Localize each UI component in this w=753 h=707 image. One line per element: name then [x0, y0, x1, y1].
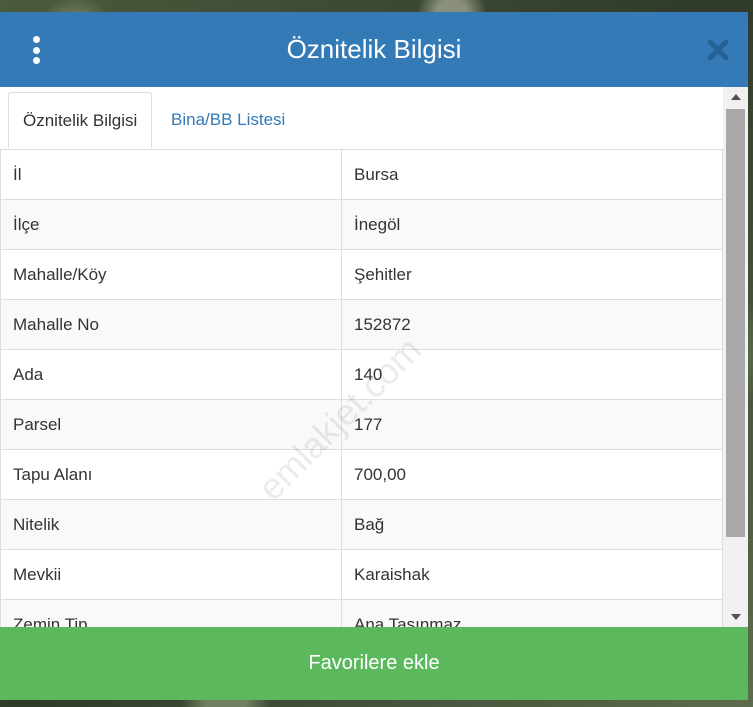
tab-attribute-info[interactable]: Öznitelik Bilgisi [8, 92, 153, 149]
attribute-table: İl Bursa İlçe İnegöl Mahalle/Köy Şehitler M… [0, 149, 723, 627]
tab-building-list[interactable]: Bina/BB Listesi [157, 92, 299, 148]
attribute-key: Nitelik [0, 499, 342, 550]
attribute-value: Bağ [341, 499, 723, 550]
table-row: Nitelik Bağ [0, 499, 723, 550]
attribute-key: İl [0, 149, 342, 200]
attribute-key: İlçe [0, 199, 342, 250]
attribute-table-container: İl Bursa İlçe İnegöl Mahalle/Köy Şehitler M… [0, 149, 723, 627]
attribute-key: Mahalle No [0, 299, 342, 350]
dialog-body: Öznitelik Bilgisi Bina/BB Listesi İl Burs… [0, 87, 748, 627]
attribute-key: Mahalle/Köy [0, 249, 342, 300]
table-row: Mahalle/Köy Şehitler [0, 249, 723, 300]
table-row: Mevkii Karaishak [0, 549, 723, 600]
attribute-info-dialog: Öznitelik Bilgisi Öznitelik Bilgisi Bina… [0, 12, 748, 700]
attribute-value: Ana Taşınmaz [341, 599, 723, 627]
table-row: Mahalle No 152872 [0, 299, 723, 350]
attribute-value: 177 [341, 399, 723, 450]
attribute-value: 152872 [341, 299, 723, 350]
attribute-value: Şehitler [341, 249, 723, 300]
attribute-key: Zemin Tip [0, 599, 342, 627]
triangle-down-icon[interactable] [723, 607, 748, 627]
table-row: Ada 140 [0, 349, 723, 400]
attribute-value: 700,00 [341, 449, 723, 500]
attribute-key: Ada [0, 349, 342, 400]
triangle-up-icon[interactable] [723, 87, 748, 107]
add-to-favorites-button[interactable]: Favorilere ekle [0, 627, 748, 700]
dialog-title: Öznitelik Bilgisi [286, 34, 462, 64]
table-row: İlçe İnegöl [0, 199, 723, 250]
attribute-key: Tapu Alanı [0, 449, 342, 500]
attribute-value: 140 [341, 349, 723, 400]
table-row: İl Bursa [0, 149, 723, 200]
attribute-value: Karaishak [341, 549, 723, 600]
close-icon[interactable] [704, 36, 732, 64]
scrollbar-thumb[interactable] [726, 109, 745, 537]
attribute-key: Parsel [0, 399, 342, 450]
attribute-value: Bursa [341, 149, 723, 200]
scrollbar[interactable] [723, 87, 748, 627]
tab-bar: Öznitelik Bilgisi Bina/BB Listesi [0, 87, 722, 150]
attribute-value: İnegöl [341, 199, 723, 250]
dialog-header: Öznitelik Bilgisi [0, 12, 748, 87]
attribute-key: Mevkii [0, 549, 342, 600]
table-row: Tapu Alanı 700,00 [0, 449, 723, 500]
table-row: Parsel 177 [0, 399, 723, 450]
table-row: Zemin Tip Ana Taşınmaz [0, 599, 723, 627]
